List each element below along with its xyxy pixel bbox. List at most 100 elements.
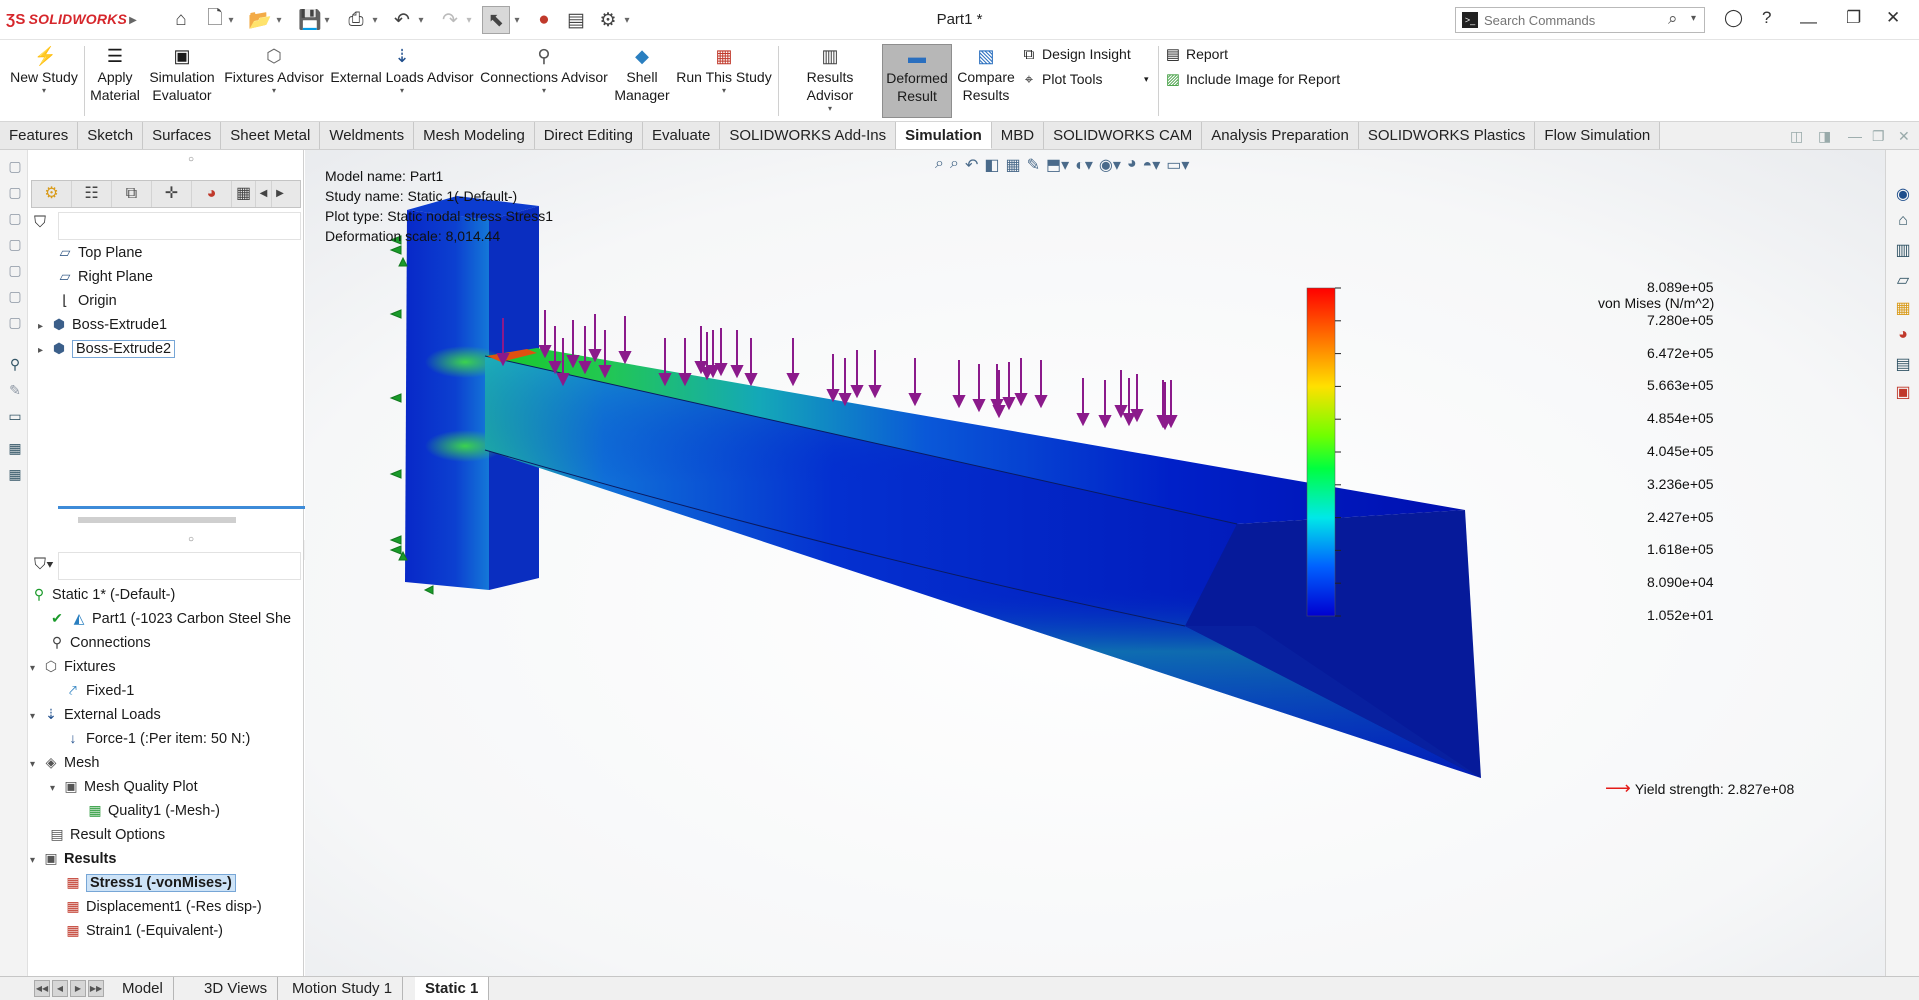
configuration-manager-tab-icon[interactable]: ⧉ xyxy=(112,181,152,207)
search-dropdown-icon[interactable]: ▾ xyxy=(1691,13,1696,24)
section-view-icon[interactable]: ◧ xyxy=(984,155,999,179)
tree-item-external-loads[interactable]: ▾ ⇣ External Loads xyxy=(30,702,161,726)
new-dropdown-icon[interactable]: ▾ xyxy=(226,6,236,34)
tab-surfaces[interactable]: Surfaces xyxy=(143,122,222,149)
rollback-bar[interactable] xyxy=(58,506,313,509)
tab-solidworks-cam[interactable]: SOLIDWORKS CAM xyxy=(1044,122,1203,149)
property-manager-tab-icon[interactable]: ☷ xyxy=(72,181,112,207)
deformed-result-button[interactable]: ▬ Deformed Result xyxy=(882,44,952,118)
simulation-pane-icon[interactable]: ▣ xyxy=(1893,382,1913,402)
external-loads-dropdown-icon[interactable]: ▾ xyxy=(330,86,474,96)
restore-window-icon[interactable]: ❐ xyxy=(1846,8,1861,28)
panel-splitter-grip-icon[interactable]: ○ xyxy=(188,534,194,545)
fixtures-advisor-button[interactable]: ⬡ Fixtures Advisor ▾ xyxy=(222,44,326,118)
tree-item-top-plane[interactable]: ▱ Top Plane xyxy=(56,240,143,264)
tab-mbd[interactable]: MBD xyxy=(991,122,1045,149)
collapse-arrow-icon[interactable]: ▾ xyxy=(30,849,42,873)
bottom-tab-3d-views[interactable]: 3D Views xyxy=(194,977,279,1000)
user-account-icon[interactable]: ◯ xyxy=(1724,8,1743,28)
tab-scroll-right-icon[interactable]: ▶ xyxy=(272,181,288,207)
expand-arrow-icon[interactable]: ▸ xyxy=(38,339,50,363)
strip-solid-icon[interactable]: ▢ xyxy=(6,288,24,306)
next-tab-icon[interactable]: ▶ xyxy=(70,980,86,997)
run-this-study-button[interactable]: ▦ Run This Study ▾ xyxy=(674,44,774,118)
tab-scroll-left-icon[interactable]: ◀ xyxy=(256,181,272,207)
tab-features[interactable]: Features xyxy=(0,122,79,149)
folder-icon[interactable]: ▱ xyxy=(1893,270,1913,290)
undo-icon[interactable]: ↶ xyxy=(390,6,414,34)
options-dropdown-icon[interactable]: ▾ xyxy=(622,6,632,34)
tree-item-force-1[interactable]: ↓ Force-1 (:Per item: 50 N:) xyxy=(64,726,251,750)
previous-view-icon[interactable]: ↶ xyxy=(965,155,978,179)
tree-item-boss-extrude1[interactable]: ▸ ⬢ Boss-Extrude1 xyxy=(38,312,167,336)
tab-direct-editing[interactable]: Direct Editing xyxy=(534,122,643,149)
tab-analysis-preparation[interactable]: Analysis Preparation xyxy=(1202,122,1359,149)
last-tab-icon[interactable]: ▶▶ xyxy=(88,980,104,997)
compare-results-button[interactable]: ▧ Compare Results xyxy=(956,44,1016,118)
shell-manager-button[interactable]: ◆ Shell Manager xyxy=(614,44,670,118)
plot-tools-button[interactable]: ⌖ Plot Tools xyxy=(1020,68,1103,90)
bottom-tab-static-1[interactable]: Static 1 xyxy=(415,977,490,1000)
appearances-icon[interactable]: ◕ xyxy=(1893,326,1913,346)
first-tab-icon[interactable]: ◀◀ xyxy=(34,980,50,997)
tab-solidworks-plastics[interactable]: SOLIDWORKS Plastics xyxy=(1358,122,1536,149)
save-icon[interactable]: 💾 xyxy=(298,6,322,34)
new-study-button[interactable]: ⚡ New Study ▾ xyxy=(8,44,80,118)
collapse-arrow-icon[interactable]: ▾ xyxy=(30,657,42,681)
results-advisor-button[interactable]: ▥ Results Advisor ▾ xyxy=(782,44,878,118)
plot-tools-dropdown-icon[interactable]: ▾ xyxy=(1144,68,1149,90)
tree-item-strain1[interactable]: ▦ Strain1 (-Equivalent-) xyxy=(64,918,223,942)
tab-evaluate[interactable]: Evaluate xyxy=(643,122,721,149)
edit-appearance-icon[interactable]: ◕ xyxy=(1127,155,1137,179)
apply-scene-icon[interactable]: ◓▾ xyxy=(1143,155,1161,179)
simulation-evaluator-button[interactable]: ▣ Simulation Evaluator xyxy=(146,44,218,118)
print-icon[interactable]: ⎙ xyxy=(344,6,368,34)
collapse-arrow-icon[interactable]: ▾ xyxy=(50,777,62,801)
open-folder-icon[interactable]: 📂 xyxy=(248,6,272,34)
external-loads-advisor-button[interactable]: ⇣ External Loads Advisor ▾ xyxy=(330,44,474,118)
select-pointer-icon[interactable]: ⬉ xyxy=(482,6,510,34)
include-image-report-button[interactable]: ▨ Include Image for Report xyxy=(1164,68,1340,90)
cam-tab-icon[interactable]: ▦ xyxy=(232,181,256,207)
tab-dock-icon[interactable]: ◫ xyxy=(1790,128,1803,145)
file-explorer-icon[interactable]: ▥ xyxy=(1893,240,1913,260)
file-properties-icon[interactable]: ▤ xyxy=(564,6,588,34)
dynamic-annotation-icon[interactable]: ▦ xyxy=(1005,155,1020,179)
tree-item-result-options[interactable]: ▤ Result Options xyxy=(48,822,165,846)
tree-item-boss-extrude2[interactable]: ▸ ⬢ Boss-Extrude2 xyxy=(38,336,176,363)
new-study-dropdown-icon[interactable]: ▾ xyxy=(8,86,80,96)
stress-plot-canvas[interactable] xyxy=(305,150,1885,976)
feature-manager-tab-icon[interactable]: ⚙ xyxy=(32,181,72,207)
tree-item-mesh[interactable]: ▾ ◈ Mesh xyxy=(30,750,99,774)
new-document-icon[interactable]: 🗋 xyxy=(204,6,226,34)
options-gear-icon[interactable]: ⚙ xyxy=(596,6,620,34)
display-manager-tab-icon[interactable]: ◕ xyxy=(192,181,232,207)
feature-tree-hscrollbar[interactable] xyxy=(78,517,236,523)
tab-flow-simulation[interactable]: Flow Simulation xyxy=(1535,122,1661,149)
open-dropdown-icon[interactable]: ▾ xyxy=(274,6,284,34)
strip-mate-icon[interactable]: ▢ xyxy=(6,314,24,332)
rebuild-traffic-light-icon[interactable]: ● xyxy=(532,6,556,34)
tab-restore-icon[interactable]: ❐ xyxy=(1872,128,1885,145)
hide-show-items-icon[interactable]: ◉▾ xyxy=(1099,155,1121,179)
design-library-icon[interactable]: ⌂ xyxy=(1893,212,1913,232)
tab-minimize-icon[interactable]: — xyxy=(1848,128,1862,144)
tree-item-mesh-quality-plot[interactable]: ▾ ▣ Mesh Quality Plot xyxy=(50,774,198,798)
view-orientation-icon[interactable]: ⬒▾ xyxy=(1046,155,1069,179)
study-filter-bar[interactable] xyxy=(58,552,301,580)
strip-simulation-icon[interactable]: ⚲ xyxy=(6,356,24,374)
undo-dropdown-icon[interactable]: ▾ xyxy=(416,6,426,34)
redo-dropdown-icon[interactable]: ▾ xyxy=(464,6,474,34)
tree-item-fixed-1[interactable]: ⤤ Fixed-1 xyxy=(64,678,134,702)
apply-material-button[interactable]: ☰ Apply Material xyxy=(88,44,142,118)
search-input[interactable] xyxy=(1484,10,1654,30)
bottom-tab-model[interactable]: Model xyxy=(112,977,174,1000)
strip-display-icon[interactable]: ▭ xyxy=(6,408,24,426)
tree-item-results[interactable]: ▾ ▣ Results xyxy=(30,846,116,870)
view-settings-icon[interactable]: ▭▾ xyxy=(1166,155,1189,179)
tab-sheet-metal[interactable]: Sheet Metal xyxy=(221,122,321,149)
minimize-window-icon[interactable]: — xyxy=(1800,12,1817,32)
study-filter-icon[interactable]: ⛉▾ xyxy=(34,556,54,574)
menu-expand-icon[interactable]: ▶ xyxy=(126,6,140,34)
strip-results-icon[interactable]: ▦ xyxy=(6,466,24,484)
